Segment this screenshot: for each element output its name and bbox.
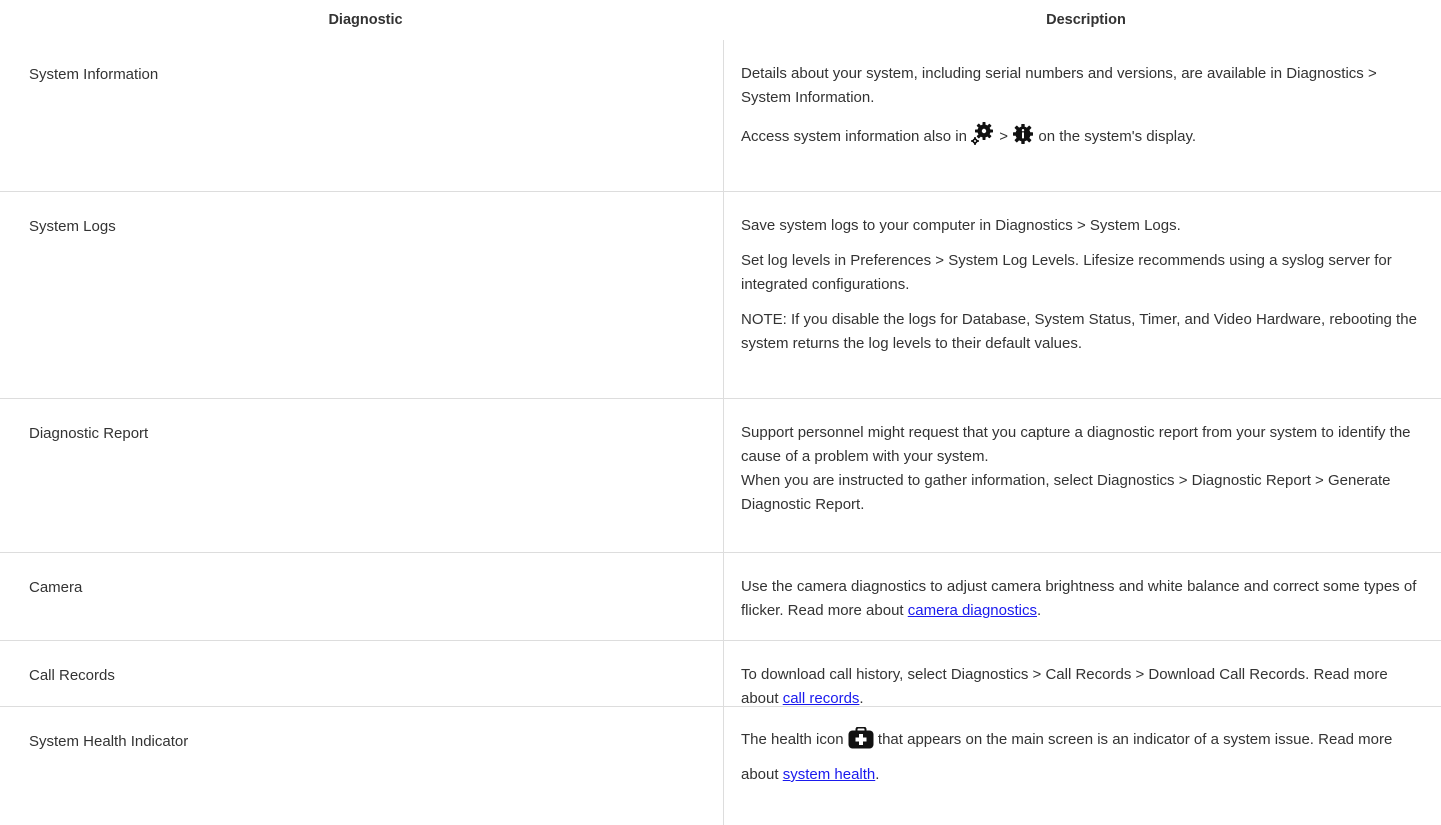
description-paragraph: Save system logs to your computer in Dia… xyxy=(741,217,1181,234)
row-name: System Logs xyxy=(29,218,116,235)
row-name: System Information xyxy=(29,66,159,83)
row-description: To download call history, select Diagnos… xyxy=(741,641,1441,707)
header-description: Description xyxy=(1046,12,1126,28)
row-name: Camera xyxy=(29,579,83,596)
health-kit-icon xyxy=(848,726,874,760)
description-paragraph: Support personnel might request that you… xyxy=(741,424,1411,465)
table-row: System Health Indicator The health icon … xyxy=(0,707,1441,825)
row-description: Support personnel might request that you… xyxy=(741,399,1441,552)
row-name: System Health Indicator xyxy=(29,733,189,750)
inline-text: on the system's display. xyxy=(1034,128,1197,145)
table-row: Diagnostic Report Support personnel migh… xyxy=(0,399,1441,553)
description-paragraph: To download call history, select Diagnos… xyxy=(741,663,1421,711)
row-description: Use the camera diagnostics to adjust cam… xyxy=(741,553,1441,640)
description-paragraph: The health icon that appears on the main… xyxy=(741,725,1421,790)
inline-text: . xyxy=(1037,602,1042,619)
gear-icon xyxy=(971,121,995,153)
row-description: Details about your system, including ser… xyxy=(741,40,1441,191)
inline-text: . xyxy=(875,766,880,783)
inline-text: Access system information also in xyxy=(741,128,972,145)
description-paragraph: Access system information also in > on t… xyxy=(741,121,1421,153)
inline-text: Use the camera diagnostics to adjust cam… xyxy=(741,578,1417,619)
camera-diagnostics-link[interactable]: camera diagnostics xyxy=(908,602,1037,619)
info-gear-icon xyxy=(1012,123,1034,153)
header-diagnostic: Diagnostic xyxy=(328,12,403,28)
description-paragraph: Set log levels in Preferences > System L… xyxy=(741,252,1392,293)
system-health-link[interactable]: system health xyxy=(783,766,876,783)
description-paragraph: Use the camera diagnostics to adjust cam… xyxy=(741,575,1421,623)
table-row: System Information Details about your sy… xyxy=(0,40,1441,192)
table-header: Diagnostic Description xyxy=(0,0,1441,40)
description-paragraph: Details about your system, including ser… xyxy=(741,65,1377,106)
call-records-link[interactable]: call records xyxy=(783,690,860,707)
table-row: Camera Use the camera diagnostics to adj… xyxy=(0,553,1441,641)
row-name: Diagnostic Report xyxy=(29,425,149,442)
diagnostics-table: Diagnostic Description System Informatio… xyxy=(0,0,1441,825)
inline-text: > xyxy=(995,128,1013,145)
inline-text: . xyxy=(859,690,864,707)
row-description: Save system logs to your computer in Dia… xyxy=(741,192,1441,398)
row-description: The health icon that appears on the main… xyxy=(741,707,1441,825)
description-paragraph: When you are instructed to gather inform… xyxy=(741,472,1391,513)
table-row: Call Records To download call history, s… xyxy=(0,641,1441,707)
column-divider xyxy=(723,40,724,825)
table-row: System Logs Save system logs to your com… xyxy=(0,192,1441,399)
row-name: Call Records xyxy=(29,667,115,684)
inline-text: The health icon xyxy=(741,731,848,748)
description-paragraph: NOTE: If you disable the logs for Databa… xyxy=(741,311,1417,352)
